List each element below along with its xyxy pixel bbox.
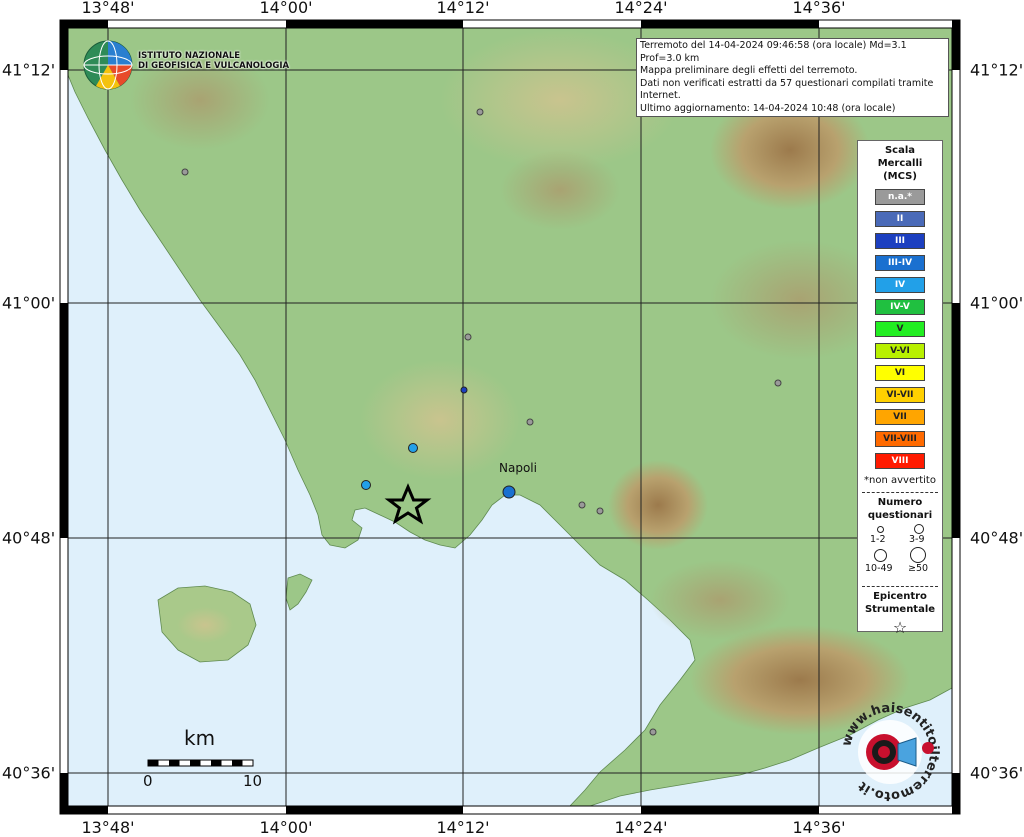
point-na[interactable]	[476, 108, 484, 116]
questionnaire-size-key: 1-2 3-9 10-49 ≥50	[858, 522, 942, 580]
mcs-item: VII-VIII	[875, 431, 925, 447]
size-label: ≥50	[908, 563, 929, 574]
legend-divider	[862, 586, 938, 587]
mcs-item: VI-VII	[875, 387, 925, 403]
lon-label-bottom: 14°24'	[614, 818, 668, 837]
epicenter-legend-star-icon: ☆	[892, 618, 908, 637]
size-circle-small-icon	[877, 526, 884, 533]
mcs-item: VIII	[875, 453, 925, 469]
lon-label-bottom: 14°12'	[436, 818, 490, 837]
lat-label-right: 40°48'	[970, 528, 1024, 548]
legend-title-line: (MCS)	[883, 171, 917, 182]
lon-label-top: 14°00'	[259, 0, 313, 17]
event-info-line: Mappa preliminare degli effetti del terr…	[640, 65, 858, 76]
mcs-item: n.a.*	[875, 189, 925, 205]
lat-label-right: 40°36'	[970, 763, 1024, 783]
lon-label-top: 14°36'	[792, 0, 846, 17]
epicenter-title-line: Epicentro	[873, 591, 927, 602]
lat-label-left: 40°48'	[2, 528, 56, 548]
event-info-line: Terremoto del 14-04-2024 09:46:58 (ora l…	[640, 40, 907, 64]
hai-sentito-logo: www.haisentitoilterremoto.it	[836, 698, 944, 806]
mcs-item: V	[875, 321, 925, 337]
city-label-napoli: Napoli	[499, 461, 537, 475]
ingv-globe-icon	[83, 40, 133, 90]
lon-label-top: 14°24'	[614, 0, 668, 17]
mcs-item: IV	[875, 277, 925, 293]
legend: Scala Mercalli (MCS) n.a.* II III III-IV…	[857, 140, 943, 637]
count-title-line: questionari	[867, 510, 933, 521]
lat-label-left: 40°36'	[2, 763, 56, 783]
lon-label-bottom: 14°00'	[259, 818, 313, 837]
size-circle-large-icon	[874, 549, 887, 562]
lat-label-right: 41°00'	[970, 293, 1024, 313]
point-na[interactable]	[181, 168, 189, 176]
point-na[interactable]	[464, 333, 472, 341]
scale-bar-unit: km	[184, 726, 216, 750]
lon-label-top: 13°48'	[81, 0, 135, 17]
size-label: 3-9	[909, 534, 925, 545]
ischia-hill	[177, 607, 233, 643]
lon-label-bottom: 14°36'	[792, 818, 846, 837]
mcs-item: VI	[875, 365, 925, 381]
mcs-item: V-VI	[875, 343, 925, 359]
point-napoli[interactable]	[502, 485, 516, 499]
event-info-line: Ultimo aggiornamento: 14-04-2024 10:48 (…	[640, 102, 896, 114]
size-label: 1-2	[870, 534, 886, 545]
point-na[interactable]	[649, 728, 657, 736]
epicenter-title-line: Strumentale	[864, 604, 936, 615]
scale-bar	[147, 759, 254, 767]
epicenter-title: Epicentro Strumentale	[858, 590, 942, 616]
point-na[interactable]	[596, 507, 604, 515]
legend-title-line: Mercalli	[877, 158, 923, 169]
size-circle-medium-icon	[914, 524, 924, 534]
legend-title-line: Scala	[884, 145, 916, 156]
lon-label-top: 14°12'	[436, 0, 490, 17]
size-circle-xlarge-icon	[910, 547, 926, 563]
mcs-item: II	[875, 211, 925, 227]
scale-bar-start: 0	[143, 772, 153, 790]
ingv-name-line2: DI GEOFISICA E VULCANOLOGIA	[138, 60, 290, 71]
event-info-line: Dati non verificati estratti da 57 quest…	[640, 77, 934, 102]
point-na[interactable]	[526, 418, 534, 426]
hai-sentito-logo-icon: www.haisentitoilterremoto.it	[839, 701, 941, 803]
mcs-scale-list: n.a.* II III III-IV IV IV-V V V-VI VI VI…	[858, 189, 942, 469]
legend-note: *non avvertito	[864, 475, 936, 486]
mcs-item: VII	[875, 409, 925, 425]
point-iii[interactable]	[460, 386, 468, 394]
event-info-box: Terremoto del 14-04-2024 09:46:58 (ora l…	[636, 38, 949, 117]
mcs-item: III-IV	[875, 255, 925, 271]
campi-flegrei-area	[360, 360, 520, 480]
point-iv[interactable]	[408, 443, 418, 453]
ingv-name: ISTITUTO NAZIONALE DI GEOFISICA E VULCAN…	[138, 51, 290, 71]
legend-title: Scala Mercalli (MCS)	[858, 144, 942, 183]
vesuvius	[608, 460, 708, 550]
hills-southeast	[650, 560, 790, 640]
hills-central	[500, 150, 620, 230]
legend-divider	[862, 492, 938, 493]
lat-label-left: 41°00'	[2, 293, 56, 313]
point-na[interactable]	[578, 501, 586, 509]
point-iv[interactable]	[361, 480, 371, 490]
point-na[interactable]	[774, 379, 782, 387]
count-title: Numero questionari	[858, 496, 942, 522]
scale-bar-end: 10	[243, 772, 263, 790]
lat-label-right: 41°12'	[970, 60, 1024, 80]
size-label: 10-49	[865, 563, 893, 574]
count-title-line: Numero	[877, 497, 923, 508]
mcs-item: IV-V	[875, 299, 925, 315]
lat-label-left: 41°12'	[2, 60, 56, 80]
lon-label-bottom: 13°48'	[81, 818, 135, 837]
mcs-item: III	[875, 233, 925, 249]
